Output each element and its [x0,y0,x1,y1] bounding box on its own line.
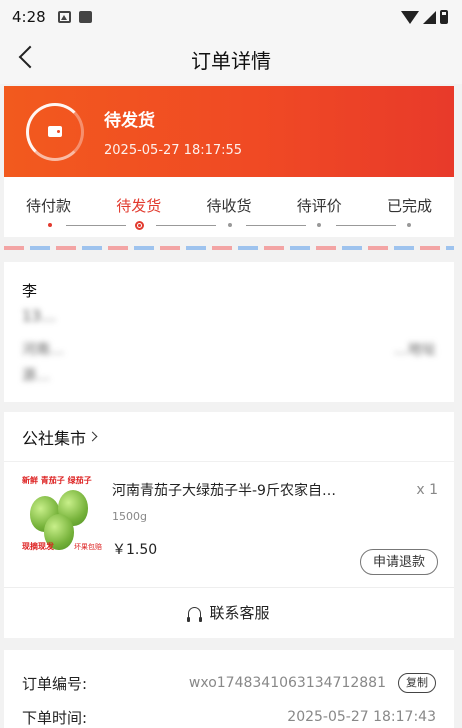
request-refund-button[interactable]: 申请退款 [359,549,438,575]
thumb-tag-guarantee: 坏果包赔 [74,543,102,551]
step-pending-payment: 待付款 [26,197,72,215]
shop-link[interactable]: 公社集市 [4,412,454,462]
recipient-phone: 13… [22,307,57,325]
status-ring [26,102,84,161]
step-segment-4 [336,225,396,226]
back-arrow-icon[interactable] [18,45,42,69]
status-bar: 4:28 [0,0,462,34]
order-number-label: 订单编号: [22,674,88,693]
battery-icon [440,10,448,24]
step-dot-2 [135,221,144,230]
address-line-1: 河南… …地址 [22,339,436,359]
order-number-value: wxo1748341063134712881 [188,675,386,691]
step-pending-receipt: 待收货 [206,197,252,215]
address-line-1-right: …地址 [394,342,436,358]
chevron-right-icon [87,431,98,442]
order-item[interactable]: 新鲜 青茄子 绿茄子 现摘现发 坏果包赔 河南青茄子大绿茄子半-9斤农家自… 1… [4,462,454,587]
copy-order-number-button[interactable]: 复制 [398,673,436,693]
step-pending-shipment: 待发货 [116,197,162,215]
step-completed: 已完成 [386,197,432,215]
order-items-card: 公社集市 新鲜 青茄子 绿茄子 现摘现发 坏果包赔 河南青茄子大绿茄子半-9斤农… [4,412,454,638]
order-progress-steps: 待付款 待发货 待收货 待评价 已完成 [4,177,454,237]
recipient-name: 李 [22,282,38,300]
product-quantity: x 1 [416,482,438,498]
order-status-time: 2025-05-27 18:17:55 [104,142,243,158]
order-time-row: 下单时间: 2025-05-27 18:17:43 [22,700,436,728]
envelope-divider [4,246,454,250]
status-time: 4:28 [12,8,46,26]
thumb-tag-picked: 现摘现发 [22,542,54,551]
progress-track [4,221,454,231]
shipping-address-card: 李 13… 河南… …地址 源… [4,262,454,402]
product-thumbnail: 新鲜 青茄子 绿茄子 现摘现发 坏果包赔 [20,474,102,556]
order-time-value: 2025-05-27 18:17:43 [287,709,436,725]
wifi-icon [401,10,419,24]
product-name: 河南青茄子大绿茄子半-9斤农家自… [112,483,336,499]
address-line-1-left: 河南… [22,342,64,358]
step-segment-3 [246,225,306,226]
wallet-icon [48,126,62,137]
page-title: 订单详情 [191,48,271,73]
order-number-row: 订单编号: wxo1748341063134712881 复制 [22,666,436,700]
nav-bar: 订单详情 [0,34,462,84]
shop-name: 公社集市 [22,428,87,448]
product-spec: 1500g [112,510,147,523]
address-line-2: 源… [22,368,50,384]
contact-service-label: 联系客服 [209,604,270,622]
signal-icon [423,10,436,24]
step-pending-review: 待评价 [296,197,342,215]
step-dot-3 [228,223,232,227]
gallery-notification-icon [57,11,71,23]
step-dot-4 [317,223,321,227]
order-status-banner: 待发货 2025-05-27 18:17:55 [4,86,454,177]
order-time-label: 下单时间: [22,708,88,727]
order-meta-card: 订单编号: wxo1748341063134712881 复制 下单时间: 20… [4,650,454,728]
thumb-tag-fresh: 新鲜 青茄子 绿茄子 [22,476,92,485]
headset-icon [187,606,203,622]
step-dot-1 [48,223,52,227]
order-status-text: 待发货 [104,110,155,131]
contact-service-button[interactable]: 联系客服 [4,587,454,637]
app-notification-icon [78,11,92,23]
step-segment-1 [66,225,126,226]
step-dot-5 [407,223,411,227]
step-segment-2 [156,225,216,226]
